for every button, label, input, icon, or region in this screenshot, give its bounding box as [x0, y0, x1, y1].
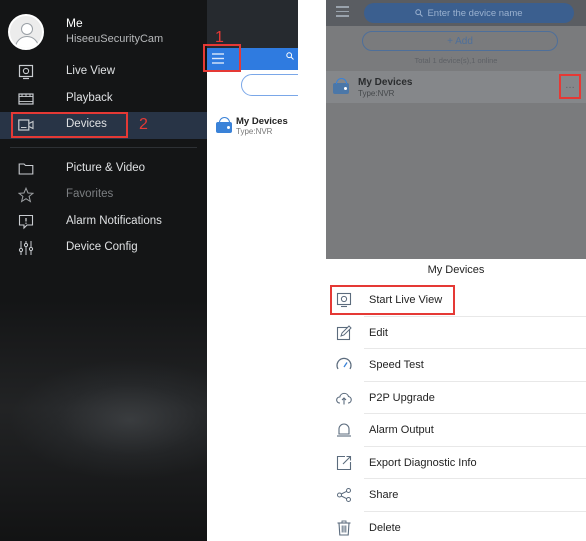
action-label: Alarm Output: [369, 424, 434, 436]
tutorial-image: Me HiseeuSecurityCam Live View Playback …: [0, 0, 586, 541]
live-view-icon: [18, 64, 34, 80]
action-label: Edit: [369, 326, 388, 339]
menu-item-label: Device Config: [66, 241, 138, 253]
peek-device-row[interactable]: My Devices Type:NVR: [207, 112, 298, 142]
edit-icon: [336, 324, 352, 340]
right-screen: Enter the device name + Add Total 1 devi…: [326, 0, 586, 541]
playback-icon: [18, 92, 34, 105]
action-p2p-upgrade[interactable]: P2P Upgrade: [326, 382, 586, 414]
dimmed-device-list[interactable]: Enter the device name + Add Total 1 devi…: [326, 0, 586, 259]
profile-header[interactable]: Me HiseeuSecurityCam: [8, 14, 203, 54]
left-screen: Me HiseeuSecurityCam Live View Playback …: [0, 0, 298, 541]
folder-icon: [18, 162, 34, 175]
menu-item-label: Playback: [66, 91, 113, 104]
menu-item-picture-video[interactable]: Picture & Video: [0, 156, 207, 183]
devices-highlight-box: [11, 112, 128, 138]
avatar-body-shape: [15, 36, 39, 48]
search-placeholder: Enter the device name: [427, 7, 523, 19]
menu-item-label: Live View: [66, 65, 116, 77]
action-label: Speed Test: [369, 359, 424, 371]
menu-item-alarm-notifications[interactable]: Alarm Notifications: [0, 209, 207, 236]
step-2-callout: 2: [139, 116, 148, 133]
action-speed-test[interactable]: Speed Test: [326, 349, 586, 382]
peek-device-type: Type:NVR: [236, 127, 273, 136]
export-icon: [336, 455, 352, 470]
peek-add-button[interactable]: [241, 74, 298, 96]
search-input[interactable]: Enter the device name: [364, 3, 574, 23]
side-drawer: Me HiseeuSecurityCam Live View Playback …: [0, 0, 207, 541]
menu-item-label: Alarm Notifications: [66, 214, 162, 227]
device-name: My Devices: [358, 77, 413, 88]
action-delete[interactable]: Delete: [326, 512, 586, 541]
action-sheet-title: My Devices: [427, 264, 485, 276]
action-label: Export Diagnostic Info: [369, 456, 477, 469]
trash-icon: [337, 520, 351, 536]
alarm-icon: [18, 214, 34, 229]
action-label: P2P Upgrade: [369, 391, 435, 404]
action-export-diagnostic-info[interactable]: Export Diagnostic Info: [326, 447, 586, 479]
add-device-button[interactable]: + Add: [362, 31, 558, 51]
drawer-menu: Live View Playback Devices Picture & Vid…: [0, 59, 207, 262]
alarm-output-icon: [337, 423, 351, 437]
device-count-status: Total 1 device(s),1 online: [414, 56, 498, 65]
share-icon: [337, 488, 351, 502]
action-edit[interactable]: Edit: [326, 317, 586, 349]
action-label: Share: [369, 489, 399, 501]
star-icon: [18, 187, 34, 203]
avatar[interactable]: [8, 14, 44, 50]
sliders-icon: [18, 241, 34, 255]
menu-divider: [10, 146, 197, 148]
underlying-page-peek: My Devices Type:NVR 1: [203, 0, 298, 541]
router-led: [227, 126, 230, 129]
profile-account: HiseeuSecurityCam: [66, 33, 164, 45]
hamburger-menu-icon[interactable]: [336, 6, 349, 18]
action-alarm-output[interactable]: Alarm Output: [326, 414, 586, 447]
speedometer-icon: [336, 357, 352, 370]
action-label: Delete: [369, 521, 401, 534]
avatar-head-shape: [21, 23, 33, 35]
search-icon[interactable]: [286, 52, 294, 60]
action-sheet: My Devices Start Live View Edit Speed Te…: [326, 259, 586, 541]
menu-item-live-view[interactable]: Live View: [0, 59, 207, 86]
router-icon: [216, 117, 232, 133]
search-icon: [415, 9, 424, 17]
more-options-button[interactable]: …: [559, 74, 581, 99]
action-share[interactable]: Share: [326, 479, 586, 512]
device-row[interactable]: My Devices Type:NVR: [326, 71, 586, 103]
peek-device-name: My Devices: [236, 116, 288, 127]
menu-item-playback[interactable]: Playback: [0, 86, 207, 113]
profile-name: Me: [66, 16, 83, 30]
router-icon: [333, 78, 349, 94]
menu-item-label: Favorites: [66, 188, 114, 200]
start-live-view-highlight-box: [330, 285, 455, 315]
menu-item-favorites[interactable]: Favorites: [0, 182, 207, 209]
menu-item-device-config[interactable]: Device Config: [0, 235, 207, 262]
device-list-header: Enter the device name: [326, 0, 586, 26]
router-led: [344, 87, 347, 90]
menu-button-highlight-box: [203, 44, 241, 72]
menu-item-label: Picture & Video: [66, 161, 146, 174]
cloud-upload-icon: [336, 392, 352, 404]
device-type: Type:NVR: [358, 89, 395, 98]
action-list: Start Live View Edit Speed Test P2P Upgr…: [326, 284, 586, 541]
